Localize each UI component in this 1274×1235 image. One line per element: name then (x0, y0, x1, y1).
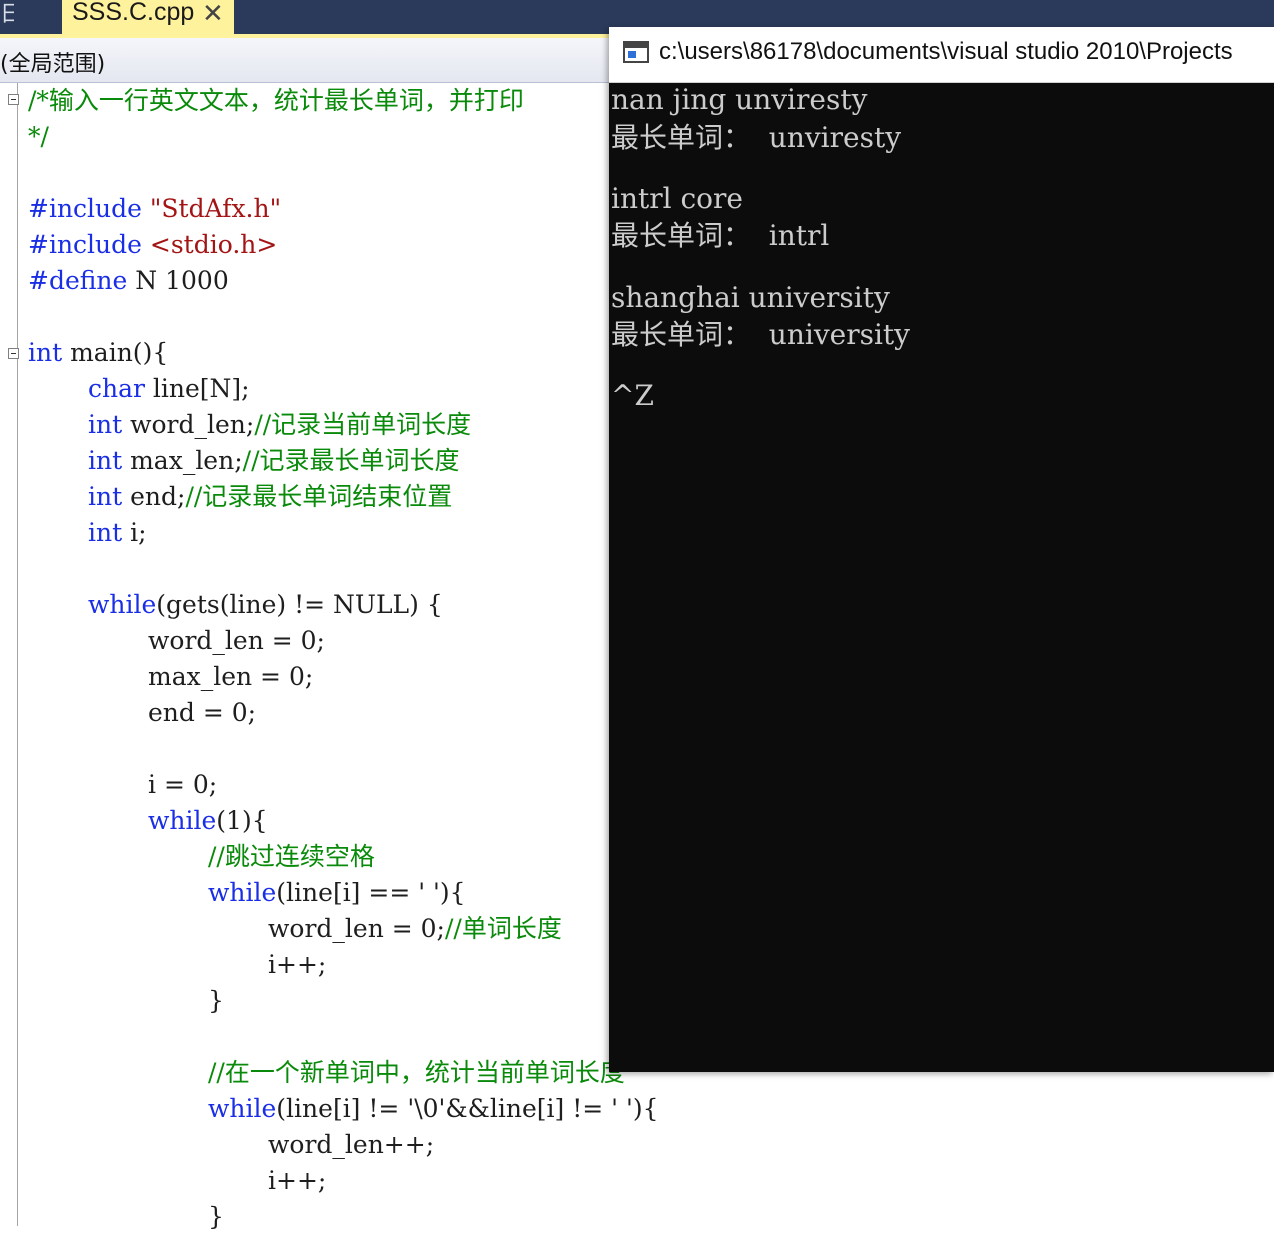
code-text: N 1000 (127, 266, 229, 295)
tab-sss-c-cpp[interactable]: SSS.C.cpp ✕ (62, 0, 234, 34)
code-line-close-brace: } (208, 983, 224, 1019)
string-literal: <stdio.h> (149, 230, 278, 259)
code-text: i = 0; (148, 770, 218, 799)
comment: //记录当前单词长度 (254, 410, 472, 439)
code-line-word-len-inc: word_len++; (268, 1127, 434, 1163)
console-output-line: nan jing unviresty (611, 83, 868, 116)
preprocessor: #include (28, 194, 142, 223)
comment: //记录最长单词长度 (242, 446, 460, 475)
code-line-reset-word-len: word_len = 0;//单词长度 (268, 911, 562, 947)
code-text: line[N]; (144, 374, 250, 403)
code-line-while-space: while(line[i] == ' '){ (208, 875, 466, 911)
collapse-icon[interactable] (8, 94, 19, 105)
tab-left-stub[interactable]: 日 (0, 0, 14, 34)
keyword: while (148, 806, 217, 835)
code-text: (1){ (216, 806, 268, 835)
code-line-main: int main(){ (28, 335, 168, 371)
code-text: i++; (268, 1166, 327, 1195)
code-line-close-brace-2: } (208, 1199, 224, 1235)
keyword: while (88, 590, 157, 619)
code-line-include-stdio: #include <stdio.h> (28, 227, 277, 263)
comment: //在一个新单词中，统计当前单词长度 (208, 1058, 625, 1087)
preprocessor: #include (28, 230, 142, 259)
string-literal: "StdAfx.h" (149, 194, 282, 223)
code-text: word_len = 0; (148, 626, 325, 655)
code-text: main(){ (62, 338, 169, 367)
code-line-include-stdafx: #include "StdAfx.h" (28, 191, 281, 227)
code-text: word_len++; (268, 1130, 435, 1159)
scope-dropdown[interactable]: (全局范围) (0, 46, 105, 78)
code-text: end; (122, 482, 186, 511)
code-text: max_len = 0; (148, 662, 314, 691)
code-line-i: int i; (88, 515, 147, 551)
code-line-end: int end;//记录最长单词结束位置 (88, 479, 452, 515)
code-text: (line[i] != '\0'&&line[i] != ' '){ (276, 1094, 659, 1123)
console-output-line: 最长单词： intrl (611, 219, 830, 252)
code-line-comment-count: //在一个新单词中，统计当前单词长度 (208, 1055, 625, 1091)
code-text: (line[i] == ' '){ (276, 878, 466, 907)
code-text: i; (122, 518, 147, 547)
code-text: } (208, 986, 224, 1015)
preprocessor: #define (28, 266, 128, 295)
tab-label: SSS.C.cpp (72, 0, 195, 26)
code-text: } (208, 1202, 224, 1231)
code-text: max_len; (122, 446, 243, 475)
comment: //记录最长单词结束位置 (185, 482, 453, 511)
code-line-assign-i: i = 0; (148, 767, 217, 803)
comment: //单词长度 (444, 914, 562, 943)
code-line-assign-word-len: word_len = 0; (148, 623, 325, 659)
code-line-i-inc: i++; (268, 947, 326, 983)
console-output-line: 最长单词： unviresty (611, 121, 902, 154)
code-text: word_len; (122, 410, 255, 439)
code-line-1: /*输入一行英文文本，统计最长单词，并打印 (28, 83, 524, 119)
code-line-assign-max-len: max_len = 0; (148, 659, 313, 695)
keyword: while (208, 1094, 277, 1123)
keyword: int (28, 338, 63, 367)
comment: //跳过连续空格 (208, 842, 375, 871)
code-line-2: */ (28, 119, 49, 155)
console-title-bar[interactable]: c:\users\86178\documents\visual studio 2… (609, 27, 1274, 83)
keyword: int (88, 518, 123, 547)
code-line-while-gets: while(gets(line) != NULL) { (88, 587, 443, 623)
keyword: char (88, 374, 145, 403)
console-app-icon (623, 41, 649, 63)
console-output-line: shanghai university (611, 281, 890, 314)
keyword: while (208, 878, 277, 907)
outline-margin (17, 83, 18, 1226)
code-text: i++; (268, 950, 327, 979)
code-line-assign-end: end = 0; (148, 695, 256, 731)
code-text: word_len = 0; (268, 914, 445, 943)
code-line-char-line: char line[N]; (88, 371, 250, 407)
keyword: int (88, 446, 123, 475)
code-line-while-1: while(1){ (148, 803, 268, 839)
console-window[interactable]: c:\users\86178\documents\visual studio 2… (609, 27, 1274, 1072)
close-icon[interactable]: ✕ (202, 0, 224, 29)
code-line-word-len: int word_len;//记录当前单词长度 (88, 407, 471, 443)
keyword: int (88, 482, 123, 511)
code-line-while-word: while(line[i] != '\0'&&line[i] != ' '){ (208, 1091, 659, 1127)
code-line-i-inc-2: i++; (268, 1163, 326, 1199)
code-line-max-len: int max_len;//记录最长单词长度 (88, 443, 460, 479)
collapse-icon[interactable] (8, 348, 19, 359)
console-title: c:\users\86178\documents\visual studio 2… (659, 38, 1233, 65)
code-text: end = 0; (148, 698, 257, 727)
console-output-line: 最长单词： university (611, 318, 910, 351)
console-output-line: ^Z (611, 379, 654, 412)
code-text: (gets(line) != NULL) { (156, 590, 443, 619)
comment: */ (28, 122, 49, 151)
keyword: int (88, 410, 123, 439)
comment: /*输入一行英文文本，统计最长单词，并打印 (28, 86, 524, 115)
code-line-define: #define N 1000 (28, 263, 229, 299)
console-output-line: intrl core (611, 182, 743, 215)
code-line-comment-skip: //跳过连续空格 (208, 839, 375, 875)
